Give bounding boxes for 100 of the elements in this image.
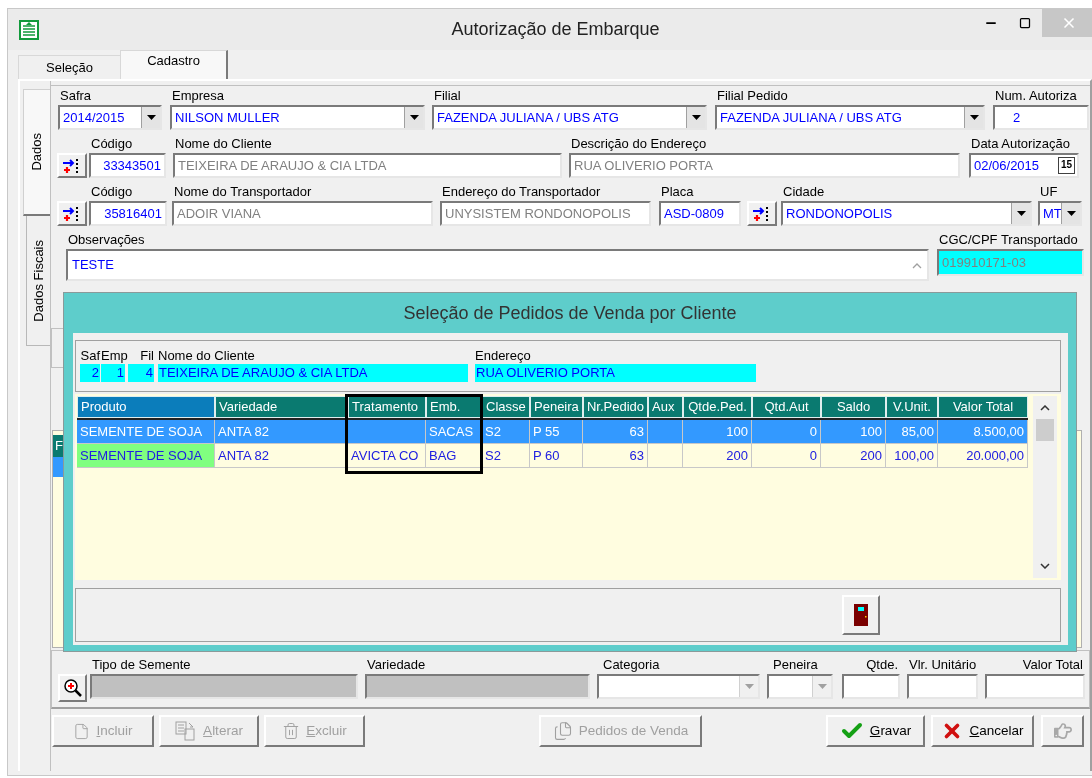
input-field[interactable]: 33343501 [89,153,166,178]
column-label: Endereço [475,347,532,364]
field-label: Categoria [602,656,661,674]
scroll-down-icon[interactable] [1040,563,1050,569]
client-value: 1 [101,364,125,382]
field-label: Tipo de Semente [91,656,192,674]
column-header[interactable]: Peneira [530,396,583,418]
field-label: Safra [59,87,93,105]
dropdown-value: RONDONOPOLIS [785,204,894,223]
table-cell: P 60 [530,444,583,468]
column-label: Nome do Cliente [158,347,256,364]
table-cell: 0 [752,444,821,468]
field-label: Vlr. Unitário [908,656,978,674]
column-header[interactable]: Nr.Pedido [583,396,648,418]
date-value: 02/06/2015 [974,156,1040,175]
column-header[interactable]: Aux [648,396,683,418]
field-label: Peneira [772,656,819,674]
tab[interactable]: Cadastro [120,50,228,79]
input-field[interactable]: RUA OLIVERIO PORTA [569,153,960,178]
input-field[interactable] [842,674,900,699]
dropdown-field[interactable]: FAZENDA JULIANA / UBS ATG [715,105,985,130]
scroll-thumb[interactable] [1036,419,1054,441]
field-label: Observações [67,231,146,249]
action-button[interactable]: Cancelar [931,715,1034,747]
column-header[interactable]: Classe [482,396,530,418]
dialog-title: Seleção de Pedidos de Venda por Cliente [403,301,737,325]
grid-row[interactable]: SEMENTE DE SOJA ANTA 82 AVICTA CO BAG S2 P 60 63 200 0 200 100,00 20.000,00 [77,444,1028,468]
input-field[interactable] [90,674,358,699]
field-label: Valor Total [1021,656,1084,674]
column-header[interactable]: Qtde.Ped. [683,396,752,418]
dropdown-field[interactable]: NILSON MULLER [170,105,425,130]
dropdown-value: 2014/2015 [62,108,126,127]
dropdown-field[interactable]: RONDONOPOLIS [781,201,1032,226]
client-value: 4 [128,364,154,382]
column-header[interactable]: Qtd.Aut [752,396,821,418]
column-header[interactable]: Saldo [821,396,886,418]
field-label: Filial [433,87,462,105]
dropdown-field[interactable]: MT [1038,201,1082,226]
field-label: Num. Autoriza [994,87,1078,105]
input-field[interactable]: ASD-0809 [659,201,741,226]
zoom-in-icon [62,678,83,698]
field-label: Data Autorização [970,135,1071,153]
input-field[interactable]: UNYSISTEM RONDONOPOLIS [440,201,651,226]
table-cell: 20.000,00 [938,444,1028,468]
field-label: CGC/CPF Transportado [938,231,1079,249]
date-field[interactable]: 02/06/2015 15 [969,153,1079,178]
dropdown-value: FAZENDA JULIANA / UBS ATG [719,108,903,127]
field-label: Nome do Cliente [174,135,273,153]
maximize-icon [1019,17,1031,29]
lookup-button[interactable] [57,201,87,226]
table-cell: S2 [482,444,530,468]
app-icon[interactable] [19,19,39,40]
table-cell: 100,00 [886,444,938,468]
scrollbar[interactable] [1033,396,1057,578]
caret-down-icon [744,684,754,689]
input-field[interactable]: 019910171-03 [937,249,1084,276]
tab[interactable]: Seleção [18,55,120,79]
field-label: UF [1039,183,1059,201]
input-field[interactable] [907,674,978,699]
field-label: Empresa [171,87,226,105]
input-field[interactable]: TEIXEIRA DE ARAUJO & CIA LTDA [173,153,562,178]
search-button[interactable] [58,674,87,702]
input-field[interactable]: ADOIR VIANA [172,201,433,226]
documents-icon [552,721,573,741]
lookup-button[interactable] [57,153,87,178]
action-button[interactable]: Gravar [826,715,925,747]
dropdown-field[interactable]: FAZENDA JULIANA / UBS ATG [432,105,707,130]
calendar-button[interactable]: 15 [1057,157,1075,174]
field-label: Qtde. [865,656,899,674]
scroll-up-icon[interactable] [1040,405,1050,411]
side-tab[interactable]: Dados [23,89,50,216]
caret-down-icon [1066,211,1076,216]
exit-button[interactable] [842,595,880,635]
column-label: Fil [139,347,154,364]
input-field[interactable] [365,674,590,699]
column-header[interactable]: V.Unit. [886,396,938,418]
column-header[interactable]: Valor Total [938,396,1028,418]
field-label: Filial Pedido [716,87,789,105]
input-field[interactable] [985,674,1085,699]
notes-value: TESTE [72,256,114,274]
column-header[interactable]: Variedade [215,396,348,418]
dropdown-field[interactable]: 2014/2015 [58,105,162,130]
lookup-button[interactable] [747,201,777,226]
column-header[interactable]: Tratamento [348,396,426,418]
dropdown-value: NILSON MULLER [174,108,281,127]
input-field[interactable]: 35816401 [89,201,167,226]
table-cell: 200 [821,444,886,468]
field-label: Placa [660,183,695,201]
field-label: Nome do Transportador [173,183,313,201]
notes-field[interactable]: TESTE [66,249,929,281]
input-field[interactable]: 2 [993,105,1089,130]
table-cell: 200 [683,444,752,468]
grid-row[interactable]: SEMENTE DE SOJA ANTA 82 SACAS S2 P 55 63 100 0 100 85,00 8.500,00 [77,420,1028,444]
caret-down-icon [1016,211,1026,216]
close-icon [1061,15,1077,31]
column-label: Saf [80,347,100,364]
field-label: Código [90,135,134,153]
side-tab[interactable]: Dados Fiscais [26,216,50,346]
dropdown-value: FAZENDA JULIANA / UBS ATG [436,108,620,127]
column-header[interactable]: Produto [77,396,215,418]
